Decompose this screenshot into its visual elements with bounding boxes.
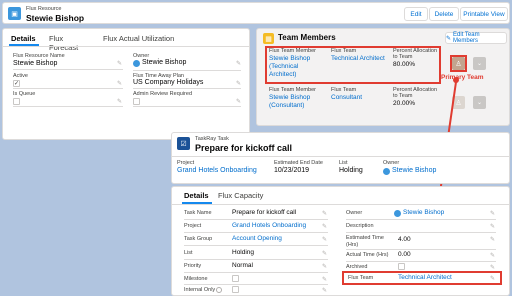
field-line	[184, 232, 328, 233]
header-project-link[interactable]: Grand Hotels Onboarding	[177, 167, 257, 174]
internal-only-checkbox[interactable]	[232, 286, 239, 293]
archived-checkbox[interactable]	[398, 263, 405, 270]
task-header-divider	[172, 156, 509, 157]
header-owner-label: Owner	[383, 160, 400, 166]
header-project-label: Project	[177, 160, 195, 166]
field-line	[346, 249, 496, 250]
task-title: Prepare for kickoff call	[195, 143, 293, 153]
pencil-icon[interactable]: ✎	[490, 236, 495, 243]
pencil-icon[interactable]: ✎	[322, 263, 327, 270]
taskray-task-icon: ☑	[177, 137, 190, 150]
pencil-icon[interactable]: ✎	[490, 275, 495, 282]
list-value: Holding	[232, 249, 255, 256]
pencil-icon[interactable]: ✎	[322, 276, 327, 283]
flux-team-link[interactable]: Technical Architect	[398, 274, 452, 281]
owner-link[interactable]: Stewie Bishop	[403, 209, 444, 216]
pencil-icon[interactable]: ✎	[490, 210, 495, 217]
info-icon	[216, 287, 222, 293]
header-list: Holding	[339, 167, 363, 174]
header-end-date: 10/23/2019	[274, 167, 310, 174]
milestone-checkbox[interactable]	[232, 275, 239, 282]
task-name-label: Task Name	[184, 210, 212, 216]
list-label: List	[184, 250, 193, 256]
field-line	[184, 284, 328, 285]
user-avatar-icon	[383, 168, 390, 175]
estimated-time-value: 4.00	[398, 236, 411, 243]
task-name-value: Prepare for kickoff call	[232, 209, 297, 216]
project-label: Project	[184, 223, 202, 229]
owner-label: Owner	[346, 210, 363, 216]
task-type-label: TaskRay Task	[195, 136, 229, 142]
priority-label: Priority	[184, 263, 202, 269]
task-header: ☑ TaskRay Task Prepare for kickoff call …	[171, 132, 510, 184]
pencil-icon[interactable]: ✎	[322, 287, 327, 294]
tab-flux-capacity[interactable]: Flux Capacity	[218, 191, 263, 200]
project-link[interactable]: Grand Hotels Onboarding	[232, 222, 306, 229]
priority-value: Normal	[232, 262, 253, 269]
pencil-icon[interactable]: ✎	[322, 223, 327, 230]
archived-label: Archived	[346, 264, 368, 270]
actual-time-value: 0.00	[398, 251, 411, 258]
field-line	[184, 272, 328, 273]
field-line	[184, 219, 328, 220]
task-group-label: Task Group	[184, 236, 213, 242]
internal-only-label: Internal Only	[184, 287, 216, 293]
field-line	[184, 259, 328, 260]
field-line	[346, 219, 496, 220]
tab-details[interactable]: Details	[184, 191, 209, 200]
flux-team-label: Flux Team	[348, 275, 374, 281]
task-details-card: Details Flux Capacity Task Name Prepare …	[171, 186, 510, 296]
header-owner-link[interactable]: Stewie Bishop	[392, 167, 436, 174]
pencil-icon[interactable]: ✎	[490, 264, 495, 271]
description-label: Description	[346, 223, 374, 229]
tab-divider	[172, 204, 509, 205]
header-end-date-label: Estimated End Date	[274, 160, 323, 166]
field-line	[346, 232, 496, 233]
pencil-icon[interactable]: ✎	[322, 210, 327, 217]
header-list-label: List	[339, 160, 348, 166]
pencil-icon[interactable]: ✎	[322, 236, 327, 243]
user-avatar-icon	[394, 210, 401, 217]
task-group-link[interactable]: Account Opening	[232, 235, 282, 242]
pencil-icon[interactable]: ✎	[490, 223, 495, 230]
actual-time-label: Actual Time (Hrs)	[346, 252, 389, 258]
milestone-label: Milestone	[184, 276, 208, 282]
field-line	[184, 245, 328, 246]
estimated-time-label: Estimated Time (Hrs)	[346, 235, 384, 248]
pencil-icon[interactable]: ✎	[322, 250, 327, 257]
pencil-icon[interactable]: ✎	[490, 252, 495, 259]
field-line	[346, 261, 496, 262]
arrow-start-dot	[453, 77, 459, 83]
